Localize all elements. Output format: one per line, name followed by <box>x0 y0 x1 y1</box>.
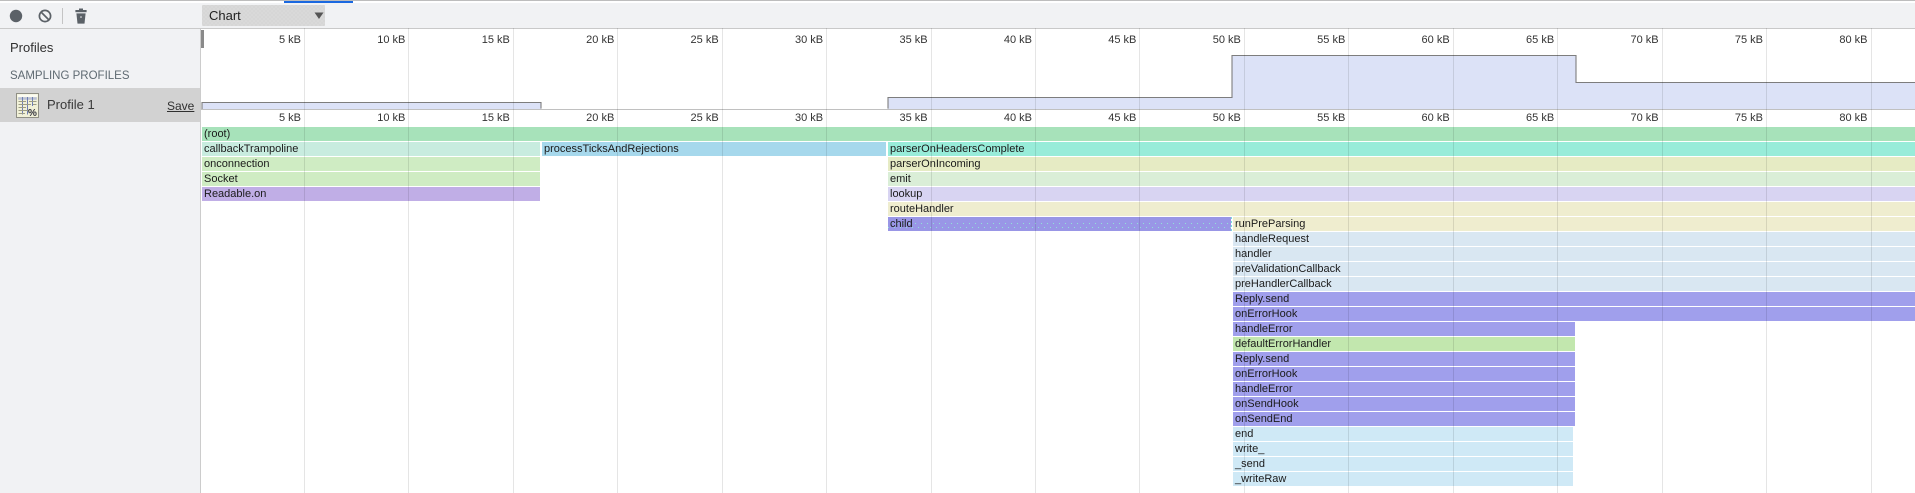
svg-text:%: % <box>28 108 37 118</box>
